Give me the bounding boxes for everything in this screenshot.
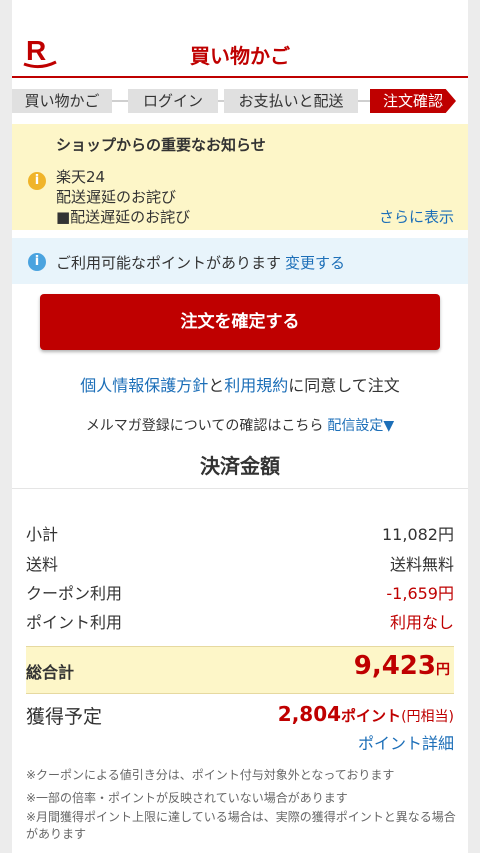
points-info-text: ご利用可能なポイントがあります 変更する	[56, 252, 345, 273]
subtotal-row: 小計 11,082円	[26, 521, 454, 545]
notice-line-2: ■配送遅延のお詫び	[56, 208, 191, 226]
coupon-label: クーポン利用	[26, 584, 123, 603]
earn-points-yen-equiv: (円相当)	[401, 709, 454, 725]
newsletter-notice: メルマガ登録についての確認はこちら 配信設定▼	[12, 415, 468, 435]
monthly-cap-note: ※月間獲得ポイント上限に達している場合は、実際の獲得ポイントと異なる場合がありま…	[26, 810, 456, 841]
agree-rest: に同意して注文	[288, 376, 400, 395]
points-used-row: ポイント利用 利用なし	[26, 609, 454, 633]
grand-total-amount: 9,423	[353, 651, 436, 681]
step-connector	[112, 100, 128, 102]
subtotal-value: 11,082円	[382, 525, 454, 544]
page-title: 買い物かご	[190, 44, 290, 68]
divider	[12, 488, 468, 489]
notice-line-1: 配送遅延のお詫び	[56, 188, 177, 206]
multiplier-note: ※一部の倍率・ポイントが反映されていない場合があります	[26, 791, 348, 805]
step-login: ログイン	[128, 89, 218, 113]
subtotal-label: 小計	[26, 525, 59, 544]
earn-points-value: 2,804ポイント(円相当)	[278, 702, 454, 726]
grand-total-unit: 円	[436, 662, 450, 678]
notice-title: ショップからの重要なお知らせ	[56, 136, 266, 154]
earn-points-amount: 2,804	[277, 702, 342, 726]
checkout-page: R 買い物かご 買い物かご ログイン お支払いと配送 注文確認 ショップからの重…	[12, 0, 468, 853]
newsletter-text: メルマガ登録についての確認はこちら	[85, 418, 324, 434]
confirm-order-button[interactable]: 注文を確定する	[40, 294, 440, 350]
info-icon: i	[28, 253, 46, 271]
header: R 買い物かご	[12, 0, 468, 78]
agreement-text: 個人情報保護方針と利用規約に同意して注文	[12, 372, 468, 396]
right-gutter	[468, 0, 480, 853]
points-used-label: ポイント利用	[26, 613, 123, 632]
step-connector	[358, 100, 370, 102]
grand-total-label: 総合計	[26, 663, 75, 682]
earn-points-unit: ポイント	[341, 707, 402, 725]
left-gutter	[0, 0, 12, 853]
points-available-text: ご利用可能なポイントがあります	[56, 254, 282, 272]
point-detail-link[interactable]: ポイント詳細	[358, 730, 454, 754]
delivery-settings-link[interactable]: 配信設定▼	[327, 418, 394, 434]
step-cart: 買い物かご	[12, 89, 112, 113]
app-frame: R 買い物かご 買い物かご ログイン お支払いと配送 注文確認 ショップからの重…	[0, 0, 480, 853]
coupon-value: -1,659円	[386, 584, 454, 603]
points-used-value: 利用なし	[389, 613, 454, 632]
change-points-link[interactable]: 変更する	[285, 254, 345, 272]
progress-steps: 買い物かご ログイン お支払いと配送 注文確認	[12, 89, 468, 113]
shipping-row: 送料 送料無料	[26, 551, 454, 575]
notice-shop-name: 楽天24	[56, 168, 106, 186]
grand-total-row: 総合計 9,423円	[26, 646, 454, 694]
shipping-value: 送料無料	[389, 555, 454, 574]
points-info-bar: i ご利用可能なポイントがあります 変更する	[12, 238, 468, 284]
show-more-link[interactable]: さらに表示	[379, 206, 454, 227]
info-warning-icon: i	[28, 172, 46, 190]
coupon-row: クーポン利用 -1,659円	[26, 580, 454, 604]
terms-link[interactable]: 利用規約	[224, 376, 288, 395]
step-payment-shipping: お支払いと配送	[224, 89, 358, 113]
earn-points-label: 獲得予定	[26, 706, 103, 728]
grand-total-value: 9,423円	[354, 651, 450, 681]
agree-and: と	[208, 376, 225, 395]
payment-section-title: 決済金額	[200, 454, 280, 478]
step-order-confirm: 注文確認	[370, 89, 456, 113]
privacy-policy-link[interactable]: 個人情報保護方針	[80, 376, 208, 395]
shipping-label: 送料	[26, 555, 59, 574]
shop-notice: ショップからの重要なお知らせ i 楽天24 配送遅延のお詫び ■配送遅延のお詫び…	[12, 124, 468, 230]
coupon-note: ※クーポンによる値引き分は、ポイント付与対象外となっております	[26, 768, 395, 782]
